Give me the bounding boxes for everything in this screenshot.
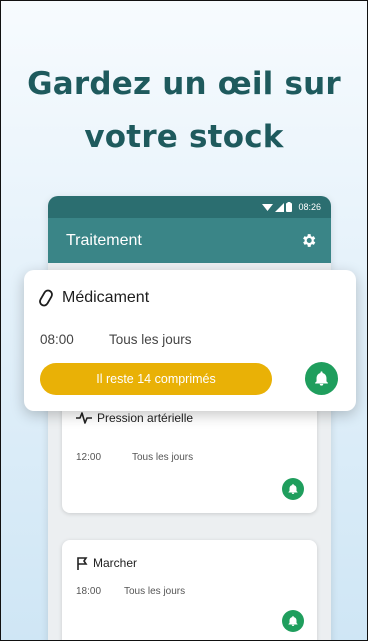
bell-icon xyxy=(315,371,328,386)
reminder-button[interactable] xyxy=(282,478,304,500)
card-time: 12:00 xyxy=(76,452,102,463)
card-title: Marcher xyxy=(93,556,138,570)
reminder-button[interactable] xyxy=(305,362,338,395)
headline-line-2: votre stock xyxy=(84,119,284,155)
reminder-button[interactable] xyxy=(282,610,304,632)
signal-icon xyxy=(275,202,285,212)
card-title-row: Pression artérielle xyxy=(76,411,193,425)
headline-line-1: Gardez un œil sur xyxy=(27,66,341,102)
featured-card-frequency: Tous les jours xyxy=(109,332,192,347)
stock-remaining-badge: Il reste 14 comprimés xyxy=(40,363,272,395)
bell-icon xyxy=(288,484,298,494)
card-frequency: Tous les jours xyxy=(132,452,194,463)
status-time: 08:26 xyxy=(298,202,321,212)
status-icons xyxy=(262,202,293,212)
headline: Gardez un œil sur votre stock xyxy=(0,58,368,164)
featured-medication-card[interactable]: Médicament 08:00 Tous les jours Il reste… xyxy=(24,270,356,411)
pill-icon xyxy=(39,289,53,307)
gear-icon[interactable] xyxy=(300,232,317,249)
app-bar-title: Traitement xyxy=(66,231,142,249)
heartbeat-icon xyxy=(76,412,92,424)
flag-icon xyxy=(77,556,88,570)
list-item[interactable]: Pression artérielle 12:00 Tous les jours xyxy=(62,395,317,513)
card-title-row: Marcher xyxy=(76,556,137,570)
featured-card-title: Médicament xyxy=(62,289,150,306)
card-title: Pression artérielle xyxy=(97,411,194,425)
featured-card-title-row: Médicament xyxy=(38,289,149,307)
card-time: 18:00 xyxy=(76,586,102,597)
list-item[interactable]: Marcher 18:00 Tous les jours xyxy=(62,540,317,641)
battery-icon xyxy=(286,202,293,212)
status-bar: 08:26 xyxy=(48,196,331,218)
phone-mockup: 08:26 Traitement Pression artérielle 12:… xyxy=(48,196,331,641)
card-frequency: Tous les jours xyxy=(124,586,186,597)
featured-card-time: 08:00 xyxy=(40,332,74,347)
app-bar: Traitement xyxy=(48,218,331,263)
wifi-icon xyxy=(262,203,274,211)
bell-icon xyxy=(288,616,298,626)
